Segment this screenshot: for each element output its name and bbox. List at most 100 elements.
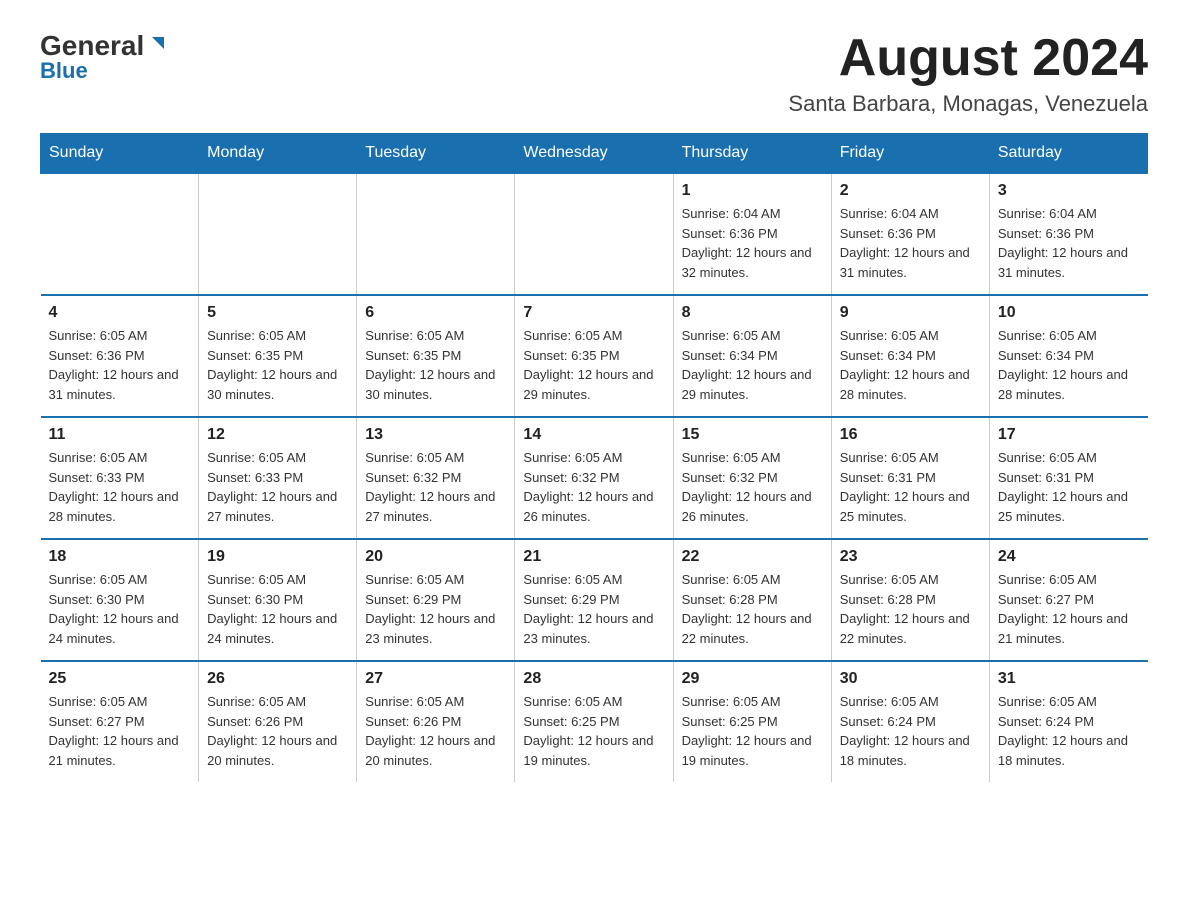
day-info: Sunrise: 6:05 AM Sunset: 6:26 PM Dayligh… xyxy=(207,692,348,770)
day-number: 12 xyxy=(207,426,348,444)
day-number: 2 xyxy=(840,182,981,200)
header-day-tuesday: Tuesday xyxy=(357,134,515,174)
day-info: Sunrise: 6:05 AM Sunset: 6:29 PM Dayligh… xyxy=(523,570,664,648)
week-row-1: 1 Sunrise: 6:04 AM Sunset: 6:36 PM Daylig… xyxy=(41,173,1148,295)
month-title: August 2024 xyxy=(788,30,1148,87)
day-info: Sunrise: 6:05 AM Sunset: 6:29 PM Dayligh… xyxy=(365,570,506,648)
calendar-cell: 16 Sunrise: 6:05 AM Sunset: 6:31 PM Dayli… xyxy=(831,417,989,539)
calendar-cell: 22 Sunrise: 6:05 AM Sunset: 6:28 PM Dayli… xyxy=(673,539,831,661)
calendar-cell: 20Sunrise: 6:05 AM Sunset: 6:29 PM Dayli… xyxy=(357,539,515,661)
day-info: Sunrise: 6:04 AM Sunset: 6:36 PM Dayligh… xyxy=(998,204,1140,282)
calendar-cell: 27 Sunrise: 6:05 AM Sunset: 6:26 PM Dayli… xyxy=(357,661,515,782)
header-day-friday: Friday xyxy=(831,134,989,174)
calendar-cell: 12 Sunrise: 6:05 AM Sunset: 6:33 PM Dayli… xyxy=(199,417,357,539)
calendar-cell: 4Sunrise: 6:05 AM Sunset: 6:36 PM Daylig… xyxy=(41,295,199,417)
calendar-cell xyxy=(357,173,515,295)
day-info: Sunrise: 6:05 AM Sunset: 6:26 PM Dayligh… xyxy=(365,692,506,770)
day-info: Sunrise: 6:05 AM Sunset: 6:25 PM Dayligh… xyxy=(682,692,823,770)
day-number: 7 xyxy=(523,304,664,322)
day-number: 25 xyxy=(49,670,191,688)
day-number: 26 xyxy=(207,670,348,688)
day-info: Sunrise: 6:05 AM Sunset: 6:28 PM Dayligh… xyxy=(840,570,981,648)
day-number: 1 xyxy=(682,182,823,200)
day-number: 21 xyxy=(523,548,664,566)
location-title: Santa Barbara, Monagas, Venezuela xyxy=(788,91,1148,117)
header-day-monday: Monday xyxy=(199,134,357,174)
calendar-cell: 24 Sunrise: 6:05 AM Sunset: 6:27 PM Dayli… xyxy=(989,539,1147,661)
day-number: 18 xyxy=(49,548,191,566)
calendar-cell: 23 Sunrise: 6:05 AM Sunset: 6:28 PM Dayli… xyxy=(831,539,989,661)
day-number: 9 xyxy=(840,304,981,322)
day-info: Sunrise: 6:05 AM Sunset: 6:24 PM Dayligh… xyxy=(840,692,981,770)
week-row-3: 11 Sunrise: 6:05 AM Sunset: 6:33 PM Dayli… xyxy=(41,417,1148,539)
day-info: Sunrise: 6:05 AM Sunset: 6:27 PM Dayligh… xyxy=(49,692,191,770)
week-row-5: 25 Sunrise: 6:05 AM Sunset: 6:27 PM Dayli… xyxy=(41,661,1148,782)
calendar-cell xyxy=(199,173,357,295)
day-number: 27 xyxy=(365,670,506,688)
day-info: Sunrise: 6:05 AM Sunset: 6:28 PM Dayligh… xyxy=(682,570,823,648)
title-section: August 2024 Santa Barbara, Monagas, Vene… xyxy=(788,30,1148,117)
calendar-cell: 13Sunrise: 6:05 AM Sunset: 6:32 PM Dayli… xyxy=(357,417,515,539)
logo-blue: Blue xyxy=(40,58,88,84)
day-number: 4 xyxy=(49,304,191,322)
calendar-cell: 21 Sunrise: 6:05 AM Sunset: 6:29 PM Dayli… xyxy=(515,539,673,661)
page-header: General Blue August 2024 Santa Barbara, … xyxy=(40,30,1148,117)
calendar-cell: 11 Sunrise: 6:05 AM Sunset: 6:33 PM Dayli… xyxy=(41,417,199,539)
day-info: Sunrise: 6:05 AM Sunset: 6:30 PM Dayligh… xyxy=(49,570,191,648)
calendar-cell: 28Sunrise: 6:05 AM Sunset: 6:25 PM Dayli… xyxy=(515,661,673,782)
day-info: Sunrise: 6:05 AM Sunset: 6:34 PM Dayligh… xyxy=(840,326,981,404)
calendar-cell: 29Sunrise: 6:05 AM Sunset: 6:25 PM Dayli… xyxy=(673,661,831,782)
day-number: 8 xyxy=(682,304,823,322)
day-info: Sunrise: 6:05 AM Sunset: 6:32 PM Dayligh… xyxy=(523,448,664,526)
day-number: 10 xyxy=(998,304,1140,322)
day-info: Sunrise: 6:05 AM Sunset: 6:24 PM Dayligh… xyxy=(998,692,1140,770)
day-number: 11 xyxy=(49,426,191,444)
day-info: Sunrise: 6:05 AM Sunset: 6:31 PM Dayligh… xyxy=(840,448,981,526)
calendar-cell: 26 Sunrise: 6:05 AM Sunset: 6:26 PM Dayli… xyxy=(199,661,357,782)
day-number: 23 xyxy=(840,548,981,566)
day-info: Sunrise: 6:04 AM Sunset: 6:36 PM Dayligh… xyxy=(840,204,981,282)
calendar-cell: 7Sunrise: 6:05 AM Sunset: 6:35 PM Daylig… xyxy=(515,295,673,417)
day-number: 16 xyxy=(840,426,981,444)
day-info: Sunrise: 6:05 AM Sunset: 6:32 PM Dayligh… xyxy=(682,448,823,526)
calendar-cell: 3 Sunrise: 6:04 AM Sunset: 6:36 PM Daylig… xyxy=(989,173,1147,295)
day-info: Sunrise: 6:05 AM Sunset: 6:33 PM Dayligh… xyxy=(49,448,191,526)
calendar-cell: 31Sunrise: 6:05 AM Sunset: 6:24 PM Dayli… xyxy=(989,661,1147,782)
day-number: 5 xyxy=(207,304,348,322)
day-number: 24 xyxy=(998,548,1140,566)
calendar-cell: 8Sunrise: 6:05 AM Sunset: 6:34 PM Daylig… xyxy=(673,295,831,417)
logo: General Blue xyxy=(40,30,168,84)
day-number: 6 xyxy=(365,304,506,322)
day-info: Sunrise: 6:05 AM Sunset: 6:34 PM Dayligh… xyxy=(998,326,1140,404)
header-row: SundayMondayTuesdayWednesdayThursdayFrid… xyxy=(41,134,1148,174)
day-info: Sunrise: 6:04 AM Sunset: 6:36 PM Dayligh… xyxy=(682,204,823,282)
calendar-cell: 2 Sunrise: 6:04 AM Sunset: 6:36 PM Daylig… xyxy=(831,173,989,295)
day-number: 22 xyxy=(682,548,823,566)
day-number: 28 xyxy=(523,670,664,688)
day-number: 15 xyxy=(682,426,823,444)
header-day-wednesday: Wednesday xyxy=(515,134,673,174)
calendar-cell: 1 Sunrise: 6:04 AM Sunset: 6:36 PM Daylig… xyxy=(673,173,831,295)
calendar-cell: 6Sunrise: 6:05 AM Sunset: 6:35 PM Daylig… xyxy=(357,295,515,417)
day-number: 19 xyxy=(207,548,348,566)
week-row-4: 18 Sunrise: 6:05 AM Sunset: 6:30 PM Dayli… xyxy=(41,539,1148,661)
calendar-cell: 15 Sunrise: 6:05 AM Sunset: 6:32 PM Dayli… xyxy=(673,417,831,539)
day-number: 17 xyxy=(998,426,1140,444)
calendar-cell: 17 Sunrise: 6:05 AM Sunset: 6:31 PM Dayli… xyxy=(989,417,1147,539)
calendar-cell: 10 Sunrise: 6:05 AM Sunset: 6:34 PM Dayli… xyxy=(989,295,1147,417)
calendar-cell xyxy=(41,173,199,295)
calendar-cell: 9 Sunrise: 6:05 AM Sunset: 6:34 PM Daylig… xyxy=(831,295,989,417)
logo-icon xyxy=(146,33,168,55)
day-info: Sunrise: 6:05 AM Sunset: 6:27 PM Dayligh… xyxy=(998,570,1140,648)
day-number: 3 xyxy=(998,182,1140,200)
day-info: Sunrise: 6:05 AM Sunset: 6:33 PM Dayligh… xyxy=(207,448,348,526)
calendar-cell: 5Sunrise: 6:05 AM Sunset: 6:35 PM Daylig… xyxy=(199,295,357,417)
calendar-cell: 25 Sunrise: 6:05 AM Sunset: 6:27 PM Dayli… xyxy=(41,661,199,782)
day-number: 30 xyxy=(840,670,981,688)
day-info: Sunrise: 6:05 AM Sunset: 6:31 PM Dayligh… xyxy=(998,448,1140,526)
day-number: 14 xyxy=(523,426,664,444)
calendar-cell: 30 Sunrise: 6:05 AM Sunset: 6:24 PM Dayli… xyxy=(831,661,989,782)
header-day-saturday: Saturday xyxy=(989,134,1147,174)
calendar-cell: 19Sunrise: 6:05 AM Sunset: 6:30 PM Dayli… xyxy=(199,539,357,661)
week-row-2: 4Sunrise: 6:05 AM Sunset: 6:36 PM Daylig… xyxy=(41,295,1148,417)
